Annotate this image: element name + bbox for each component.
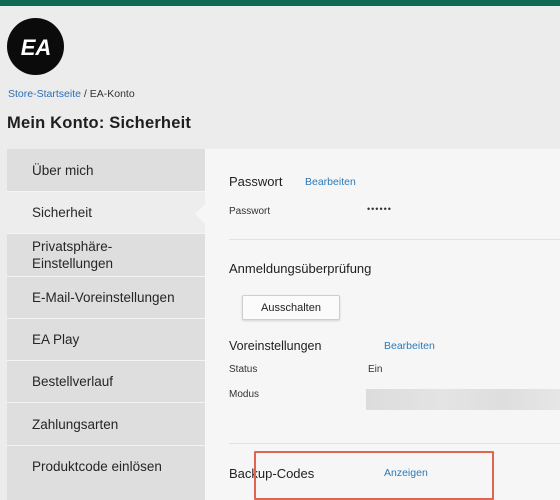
breadcrumb-separator: / (80, 88, 90, 100)
sidebar-item-label: Sicherheit (32, 205, 93, 220)
sidebar-item-label: Bestellverlauf (32, 374, 114, 389)
sidebar-item-label: Über mich (32, 162, 94, 178)
preferences-edit-link[interactable]: Bearbeiten (384, 340, 435, 352)
sidebar-item-redeem-code[interactable]: Produktcode einlösen (7, 446, 205, 487)
ea-account-page: EA Store-Startseite / EA-Konto Mein Kont… (0, 6, 560, 500)
mode-value-redacted (366, 389, 560, 410)
section-divider (229, 443, 560, 444)
sidebar-item-security[interactable]: Sicherheit (7, 192, 205, 233)
password-masked-value: •••••• (367, 204, 392, 214)
sidebar-item-label: EA Play (32, 332, 80, 347)
backup-codes-show-link[interactable]: Anzeigen (384, 467, 428, 479)
sidebar-item-ea-play[interactable]: EA Play (7, 319, 205, 360)
security-content-panel: Passwort Bearbeiten Passwort •••••• Anme… (205, 149, 560, 500)
breadcrumb-link-store-home[interactable]: Store-Startseite (8, 88, 81, 100)
section-divider (229, 239, 560, 240)
sidebar-item-label: Zahlungsarten (32, 416, 119, 432)
ea-logo[interactable]: EA (7, 18, 64, 75)
page-title: Mein Konto: Sicherheit (7, 114, 192, 132)
sidebar-item-label: Produktcode einlösen (32, 459, 162, 474)
breadcrumb-current: EA-Konto (89, 88, 135, 100)
mode-label: Modus (229, 389, 260, 400)
preferences-title: Voreinstellungen (229, 339, 322, 353)
status-value: Ein (368, 364, 383, 375)
turn-off-verification-button[interactable]: Ausschalten (242, 295, 340, 320)
sidebar-item-about-me[interactable]: Über mich (7, 149, 205, 191)
password-edit-link[interactable]: Bearbeiten (305, 176, 356, 188)
sidebar-item-payment-methods[interactable]: Zahlungsarten (7, 403, 205, 445)
sidebar-item-privacy-settings[interactable]: Privatsphäre- Einstellungen (7, 234, 205, 276)
sidebar-item-email-preferences[interactable]: E-Mail-Voreinstellungen (7, 277, 205, 318)
sidebar-item-label: E-Mail-Voreinstellungen (32, 290, 175, 305)
ea-logo-icon: EA (20, 35, 51, 59)
password-section-title: Passwort (229, 174, 283, 189)
sidebar-item-order-history[interactable]: Bestellverlauf (7, 361, 205, 402)
backup-codes-title: Backup-Codes (229, 466, 315, 481)
active-item-pointer (195, 204, 205, 224)
status-label: Status (229, 364, 258, 375)
account-sidebar: Über mich Sicherheit Privatsphäre- Einst… (7, 149, 205, 500)
ea-logo-text: EA (20, 35, 51, 59)
login-verification-title: Anmeldungsüberprüfung (229, 261, 372, 276)
sidebar-item-label: Privatsphäre- Einstellungen (32, 239, 114, 271)
password-label: Passwort (229, 206, 271, 217)
breadcrumb: Store-Startseite / EA-Konto (8, 88, 135, 100)
